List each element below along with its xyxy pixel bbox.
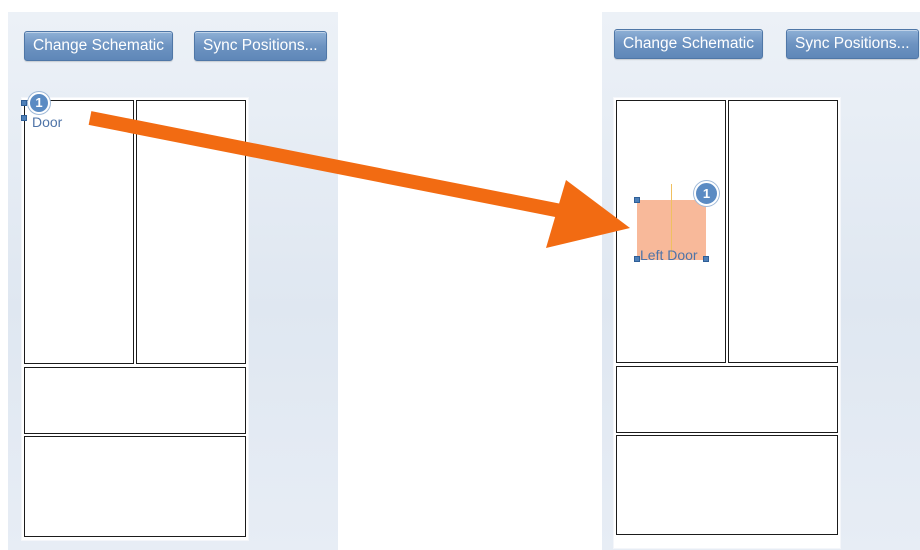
resize-handle-bottom-left[interactable] (21, 115, 27, 121)
right-door-compartment[interactable] (136, 100, 246, 364)
change-schematic-button[interactable]: Change Schematic (24, 31, 173, 61)
sync-positions-button[interactable]: Sync Positions... (786, 29, 919, 59)
component-number-badge[interactable]: 1 (28, 92, 50, 114)
resize-handle-top-left[interactable] (634, 197, 640, 203)
right-door-compartment[interactable] (728, 100, 838, 363)
fridge-schematic (614, 98, 840, 548)
bottom-drawer-compartment[interactable] (24, 436, 246, 537)
schematic-panel-before: Change Schematic Sync Positions... 1 Doo… (8, 12, 338, 550)
sync-positions-button[interactable]: Sync Positions... (194, 31, 327, 61)
component-label[interactable]: Left Door (640, 247, 698, 263)
schematic-panel-after: Change Schematic Sync Positions... 1 Lef… (602, 12, 920, 550)
bottom-drawer-compartment[interactable] (616, 435, 838, 535)
middle-drawer-compartment[interactable] (616, 366, 838, 433)
fridge-schematic (22, 98, 248, 540)
middle-drawer-compartment[interactable] (24, 367, 246, 434)
component-number-badge[interactable]: 1 (694, 181, 719, 206)
left-door-compartment[interactable] (24, 100, 134, 364)
change-schematic-button[interactable]: Change Schematic (614, 29, 763, 59)
resize-handle-top-left[interactable] (21, 100, 27, 106)
resize-handle-bottom-right[interactable] (703, 256, 709, 262)
component-label[interactable]: Door (32, 114, 62, 130)
